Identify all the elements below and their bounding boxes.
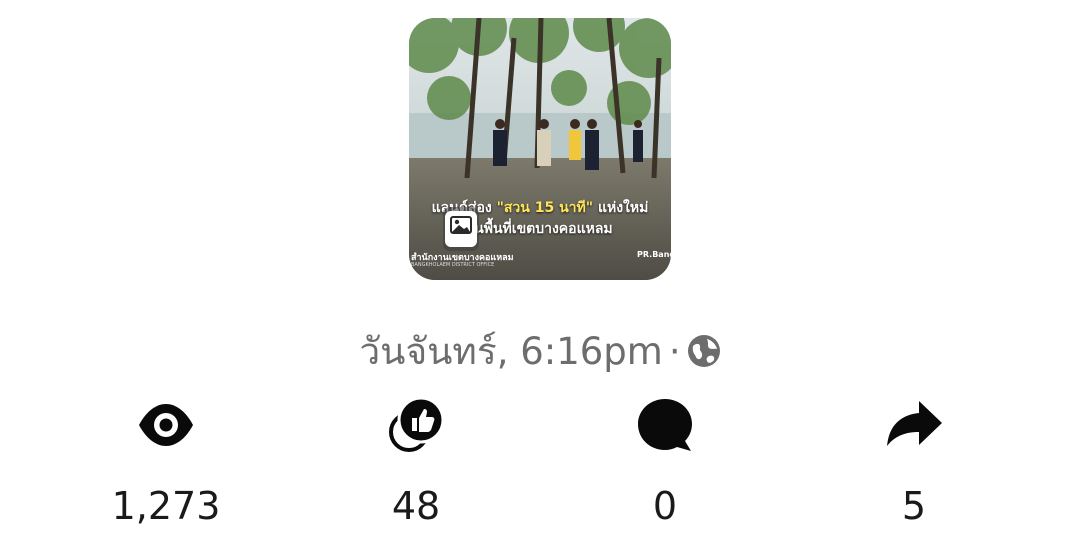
eye-icon xyxy=(139,404,193,446)
pr-watermark: PR.Bangk xyxy=(637,250,671,259)
separator-dot: · xyxy=(668,330,681,373)
comments-count: 0 xyxy=(652,484,678,528)
photo-gallery-icon xyxy=(445,211,477,247)
reactions-count: 48 xyxy=(391,484,441,528)
post-timestamp: วันจันทร์, 6:16pm xyxy=(359,330,663,373)
globe-icon[interactable] xyxy=(687,334,721,368)
district-watermark-sub: BANGKHOLAEM DISTRICT OFFICE xyxy=(411,262,495,268)
comment-bubble-icon[interactable] xyxy=(636,396,694,454)
post-thumbnail[interactable]: แลนด์ส่อง "สวน 15 นาที" แห่งใหม่ ในพื้นท… xyxy=(409,18,671,280)
shares-count: 5 xyxy=(901,484,927,528)
like-reaction-icon xyxy=(389,396,445,452)
caption-suffix: แห่งใหม่ xyxy=(597,200,649,216)
photo-badge xyxy=(443,207,479,251)
views-count: 1,273 xyxy=(111,484,221,528)
post-timestamp-row: วันจันทร์, 6:16pm · xyxy=(0,322,1080,381)
share-arrow-icon[interactable] xyxy=(885,396,943,454)
caption-highlight: "สวน 15 นาที" xyxy=(496,200,594,216)
